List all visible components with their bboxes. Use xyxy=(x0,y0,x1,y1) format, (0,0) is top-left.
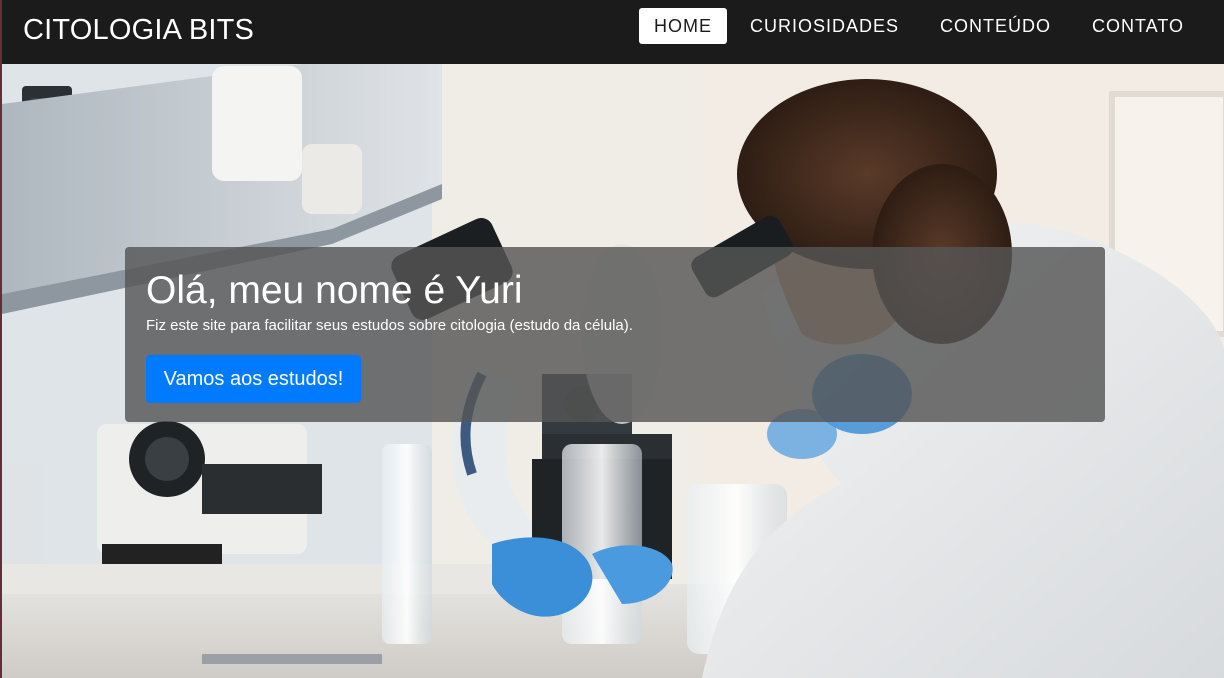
hero-description: Fiz este site para facilitar seus estudo… xyxy=(146,317,633,334)
page: CITOLOGIA BITS HOME CURIOSIDADES CONTEÚD… xyxy=(0,0,1224,678)
hero-title: Olá, meu nome é Yuri xyxy=(146,269,523,312)
nav-item-home[interactable]: HOME xyxy=(638,8,727,44)
hero-section: Olá, meu nome é Yuri Fiz este site para … xyxy=(0,64,1224,678)
nav-item-conteudo[interactable]: CONTEÚDO xyxy=(922,8,1069,44)
nav-item-curiosidades[interactable]: CURIOSIDADES xyxy=(732,8,917,44)
navbar: CITOLOGIA BITS HOME CURIOSIDADES CONTEÚD… xyxy=(0,0,1224,64)
hero-jumbotron: Olá, meu nome é Yuri Fiz este site para … xyxy=(125,247,1105,422)
nav-item-contato[interactable]: CONTATO xyxy=(1074,8,1202,44)
brand-logo[interactable]: CITOLOGIA BITS xyxy=(23,12,254,48)
start-studies-button[interactable]: Vamos aos estudos! xyxy=(146,355,361,403)
nav-menu: HOME CURIOSIDADES CONTEÚDO CONTATO xyxy=(634,8,1202,44)
